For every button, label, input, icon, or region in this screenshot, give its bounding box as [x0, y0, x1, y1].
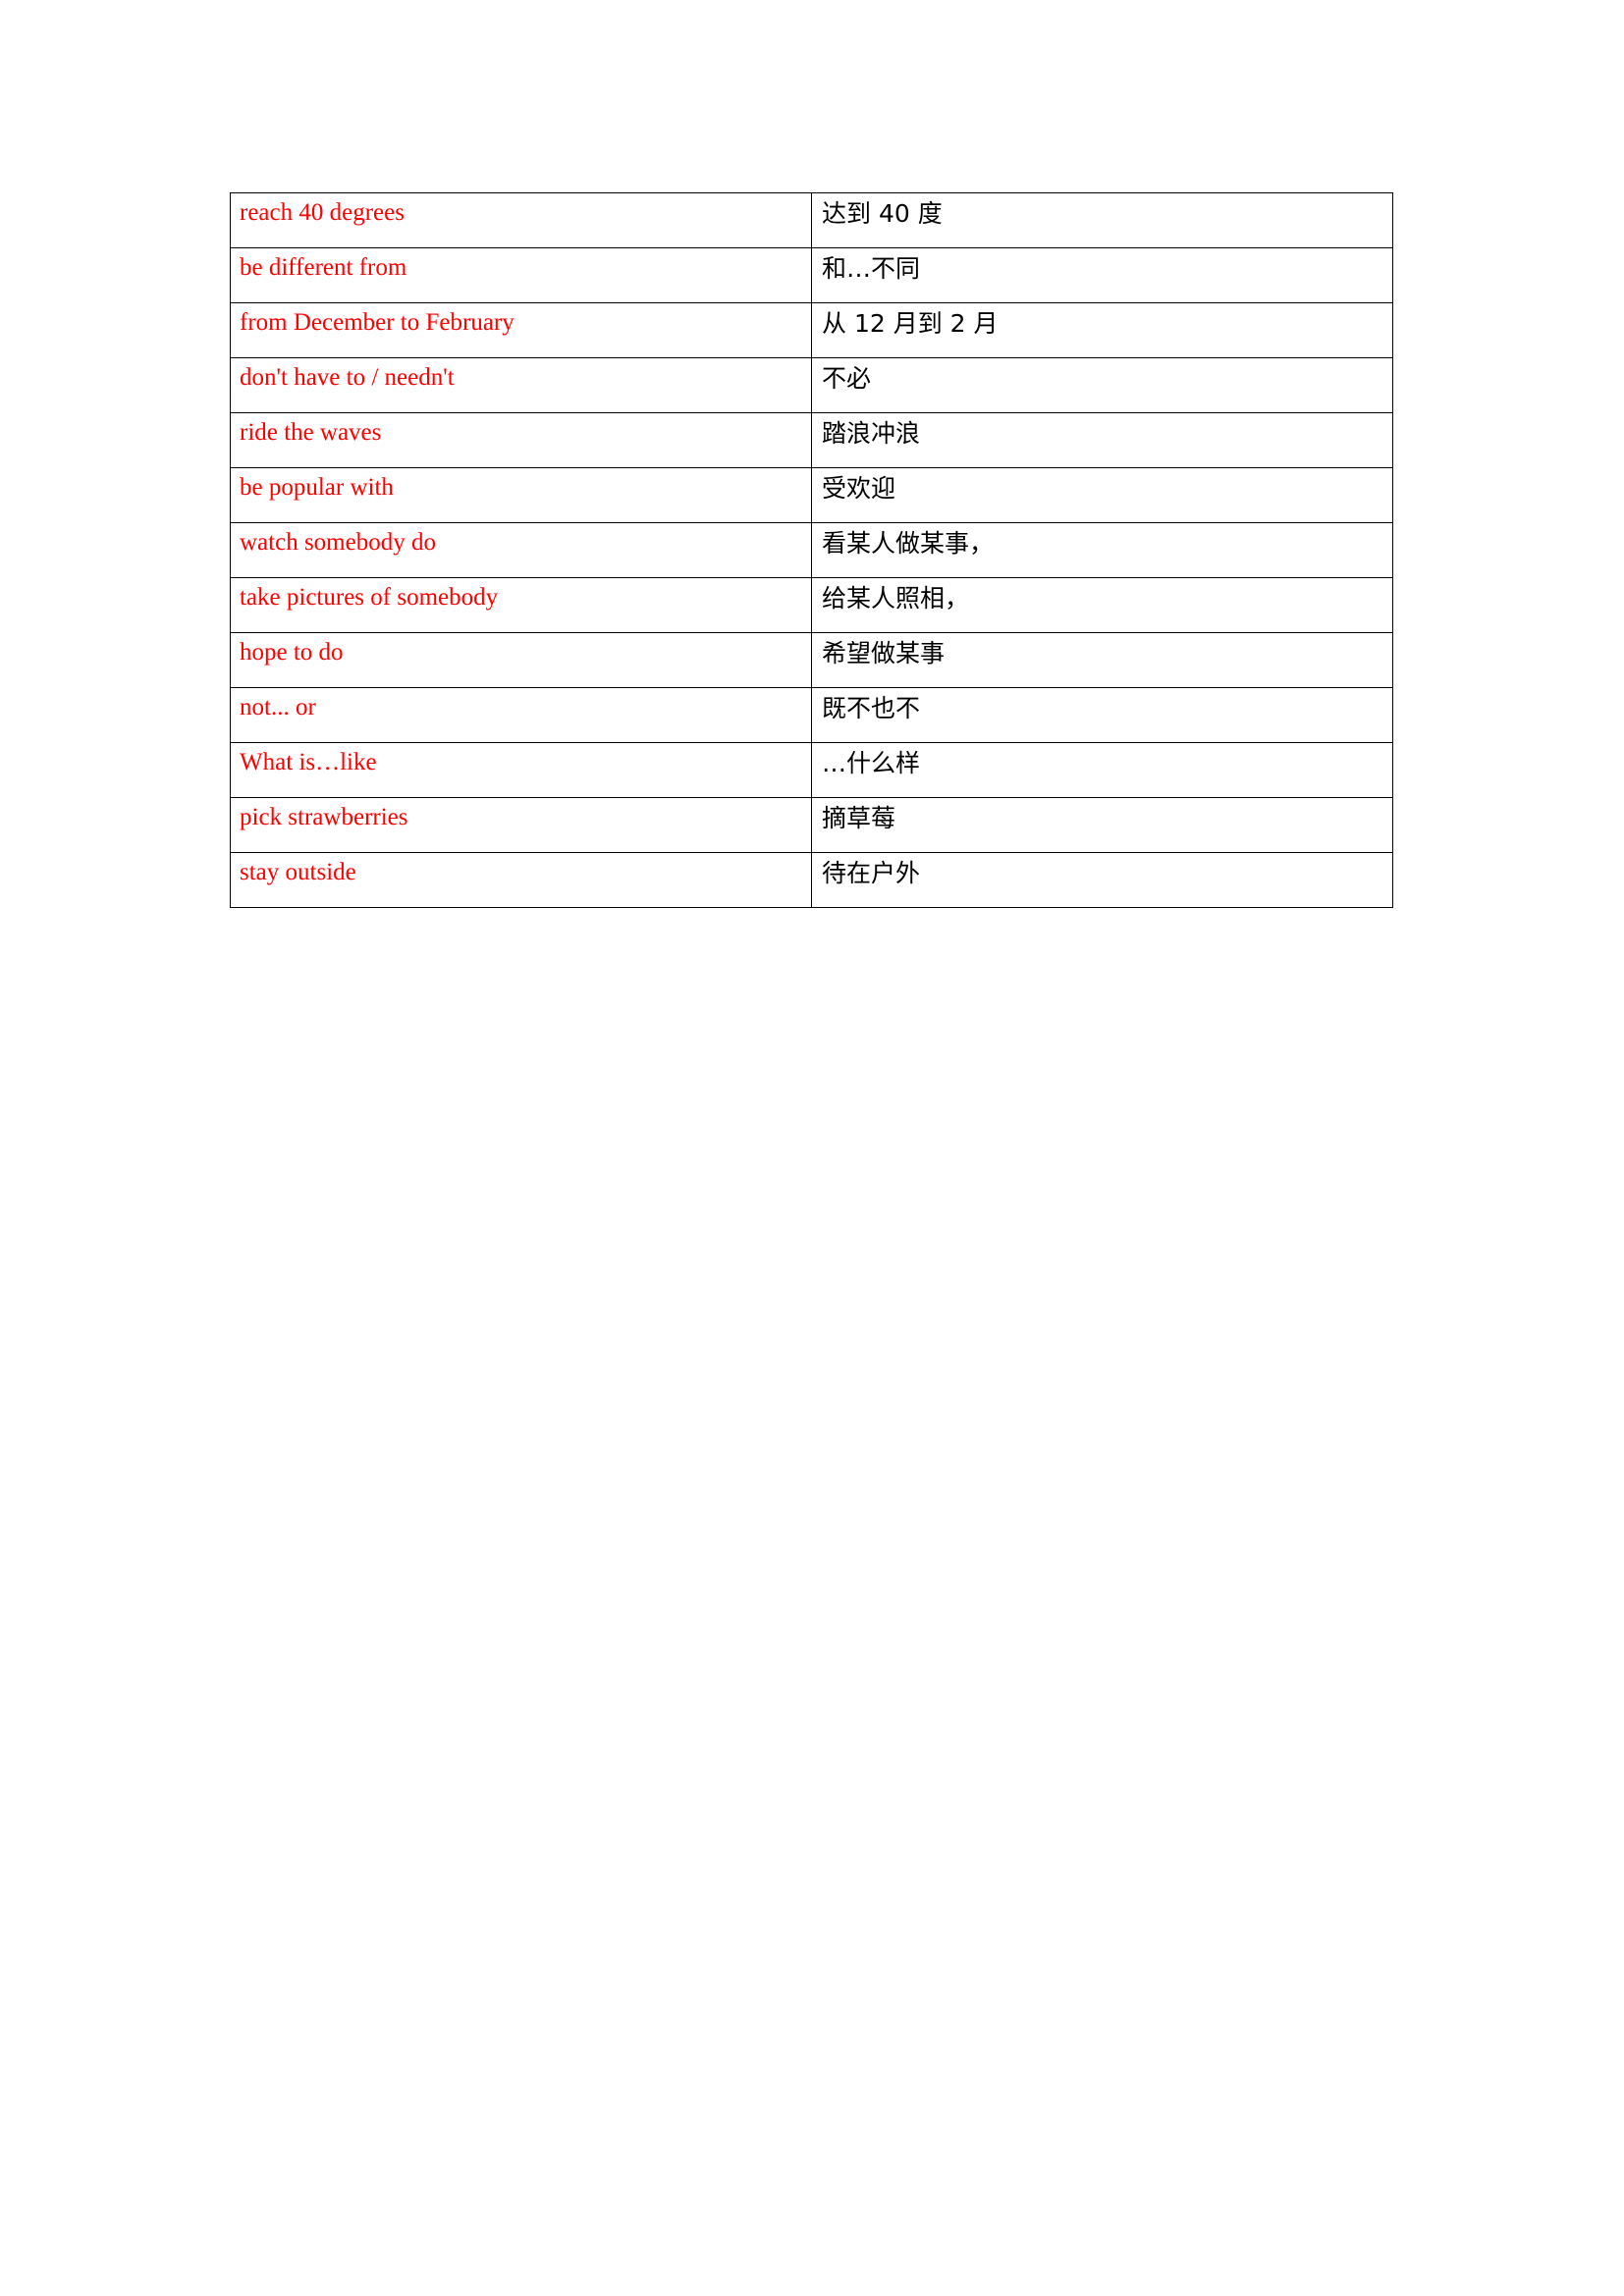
vocabulary-table: reach 40 degrees 达到 40 度 be different fr… — [230, 192, 1393, 908]
chinese-translation-cell: 踏浪冲浪 — [811, 412, 1393, 468]
english-phrase-text: stay outside — [240, 859, 356, 885]
table-row: watch somebody do 看某人做某事， — [230, 522, 1393, 578]
chinese-translation-text: 不必 — [822, 364, 872, 393]
chinese-translation-cell: 不必 — [811, 357, 1393, 413]
english-phrase-cell: ride the waves — [230, 412, 812, 468]
english-phrase-text: What is…like — [240, 749, 377, 775]
chinese-translation-cell: 达到 40 度 — [811, 192, 1393, 248]
chinese-translation-cell: 给某人照相， — [811, 577, 1393, 633]
chinese-translation-cell: 受欢迎 — [811, 467, 1393, 523]
english-phrase-cell: from December to February — [230, 302, 812, 358]
english-phrase-cell: pick strawberries — [230, 797, 812, 853]
vocabulary-table-body: reach 40 degrees 达到 40 度 be different fr… — [230, 192, 1393, 908]
table-row: hope to do 希望做某事 — [230, 632, 1393, 688]
chinese-translation-text: 看某人做某事， — [822, 529, 995, 558]
english-phrase-text: be popular with — [240, 474, 394, 501]
chinese-translation-cell: 既不也不 — [811, 687, 1393, 743]
english-phrase-cell: take pictures of somebody — [230, 577, 812, 633]
chinese-translation-cell: 待在户外 — [811, 852, 1393, 908]
table-row: don't have to / needn't 不必 — [230, 357, 1393, 413]
table-row: be popular with 受欢迎 — [230, 467, 1393, 523]
english-phrase-cell: not... or — [230, 687, 812, 743]
chinese-translation-text: 和…不同 — [822, 254, 921, 283]
english-phrase-cell: watch somebody do — [230, 522, 812, 578]
english-phrase-text: don't have to / needn't — [240, 364, 455, 391]
chinese-translation-cell: 希望做某事 — [811, 632, 1393, 688]
chinese-translation-cell: 和…不同 — [811, 247, 1393, 303]
chinese-translation-text: 给某人照相， — [822, 584, 970, 613]
table-row: reach 40 degrees 达到 40 度 — [230, 192, 1393, 248]
table-row: stay outside 待在户外 — [230, 852, 1393, 908]
document-page: reach 40 degrees 达到 40 度 be different fr… — [0, 0, 1624, 2296]
chinese-translation-text: 踏浪冲浪 — [822, 419, 921, 448]
chinese-translation-cell: 摘草莓 — [811, 797, 1393, 853]
english-phrase-cell: don't have to / needn't — [230, 357, 812, 413]
english-phrase-cell: reach 40 degrees — [230, 192, 812, 248]
english-phrase-cell: What is…like — [230, 742, 812, 798]
english-phrase-text: be different from — [240, 254, 407, 281]
chinese-translation-text: 从 12 月到 2 月 — [822, 309, 999, 338]
chinese-translation-text: 待在户外 — [822, 859, 921, 887]
table-row: not... or 既不也不 — [230, 687, 1393, 743]
table-row: be different from 和…不同 — [230, 247, 1393, 303]
chinese-translation-cell: …什么样 — [811, 742, 1393, 798]
english-phrase-cell: be different from — [230, 247, 812, 303]
table-row: from December to February 从 12 月到 2 月 — [230, 302, 1393, 358]
english-phrase-text: from December to February — [240, 309, 514, 336]
table-row: ride the waves 踏浪冲浪 — [230, 412, 1393, 468]
chinese-translation-text: …什么样 — [822, 749, 921, 777]
chinese-translation-text: 既不也不 — [822, 694, 921, 722]
table-row: pick strawberries 摘草莓 — [230, 797, 1393, 853]
table-row: What is…like …什么样 — [230, 742, 1393, 798]
english-phrase-text: hope to do — [240, 639, 344, 666]
chinese-translation-text: 达到 40 度 — [822, 199, 943, 228]
table-row: take pictures of somebody 给某人照相， — [230, 577, 1393, 633]
chinese-translation-text: 希望做某事 — [822, 639, 946, 667]
english-phrase-cell: hope to do — [230, 632, 812, 688]
english-phrase-text: take pictures of somebody — [240, 584, 499, 611]
chinese-translation-cell: 从 12 月到 2 月 — [811, 302, 1393, 358]
chinese-translation-text: 受欢迎 — [822, 474, 896, 503]
english-phrase-text: watch somebody do — [240, 529, 436, 556]
chinese-translation-text: 摘草莓 — [822, 804, 896, 832]
english-phrase-text: pick strawberries — [240, 804, 408, 830]
english-phrase-text: not... or — [240, 694, 316, 721]
english-phrase-cell: stay outside — [230, 852, 812, 908]
english-phrase-text: ride the waves — [240, 419, 382, 446]
english-phrase-text: reach 40 degrees — [240, 199, 405, 226]
english-phrase-cell: be popular with — [230, 467, 812, 523]
chinese-translation-cell: 看某人做某事， — [811, 522, 1393, 578]
